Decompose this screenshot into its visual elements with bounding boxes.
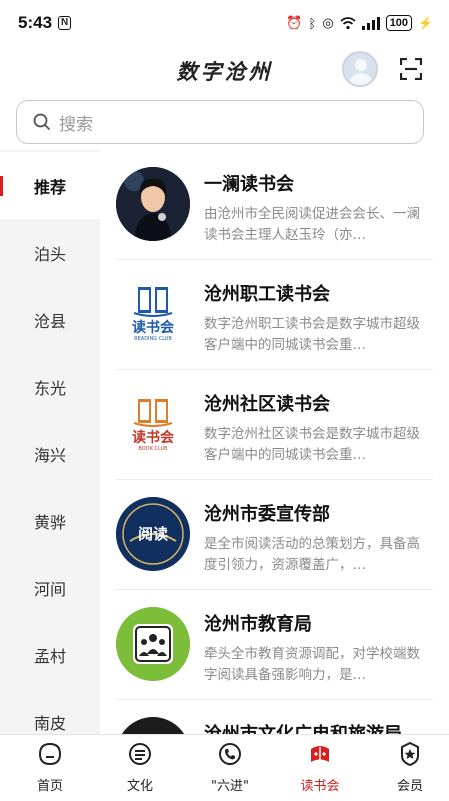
battery-indicator: 100: [385, 15, 413, 31]
list-item[interactable]: 沧州市教育局 牵头全市教育资源调配，对学校端数字阅读具备强影响力，是…: [100, 590, 449, 700]
home-face-icon: [38, 742, 62, 766]
club-logo-text: 读书会: [132, 430, 174, 446]
status-left: 5:43 N: [18, 13, 72, 33]
bluetooth-icon: ᛒ: [308, 15, 317, 31]
club-name: 一澜读书会: [204, 174, 294, 195]
tab-label: 会员: [396, 779, 423, 794]
list-icon: [129, 743, 151, 765]
club-logo-portrait: [116, 167, 190, 241]
region-sidebar: 推荐 泊头 沧县 东光 海兴 黄骅 河间 孟村 南皮: [0, 150, 100, 734]
phone-icon: [219, 743, 241, 765]
tab-label: "六进": [211, 779, 249, 794]
club-list: 一澜读书会 由沧州市全民阅读促进会会长、一澜读书会主理人赵玉玲（亦… 读书会 R…: [100, 150, 449, 734]
club-logo-reading-club: 读书会 READING CLUB: [116, 277, 190, 351]
club-description: 由沧州市全民阅读促进会会长、一澜读书会主理人赵玉玲（亦…: [204, 206, 420, 243]
scan-icon[interactable]: [400, 58, 422, 80]
club-description: 是全市阅读活动的总策划方，具备高度引领力，资源覆盖广，…: [204, 536, 420, 573]
club-logo-yuedu: 阅读: [116, 497, 190, 571]
signal-icon: [361, 16, 380, 30]
list-item[interactable]: 沧州市文化广电和旅游局: [100, 700, 449, 734]
avatar[interactable]: [342, 51, 378, 87]
search-placeholder: 搜索: [59, 114, 93, 135]
star-badge-icon: [401, 741, 419, 767]
app-title: 数字沧州: [176, 59, 273, 84]
wifi-icon: [340, 16, 356, 29]
list-item[interactable]: 读书会 BOOK CLUB 沧州社区读书会 数字沧州社区读书会是数字城市超级客户…: [100, 370, 449, 480]
tab-label: 文化: [126, 779, 153, 794]
sidebar-item-dongguang[interactable]: 东光: [0, 353, 100, 420]
sidebar-item-cangxian[interactable]: 沧县: [0, 286, 100, 353]
club-logo-subtext: READING CLUB: [134, 336, 172, 342]
bottom-tab-bar: 首页 文化 "六进" 读书会 会员: [0, 734, 449, 800]
list-item[interactable]: 读书会 READING CLUB 沧州职工读书会 数字沧州职工读书会是数字城市超…: [100, 260, 449, 370]
club-name: 沧州市委宣传部: [204, 504, 330, 525]
status-icons: ⏰ ᛒ ◎ 100 ⚡: [286, 15, 433, 31]
club-logo-text: 阅读: [137, 525, 168, 543]
tab-member[interactable]: 会员: [365, 735, 449, 801]
app-header: 数字沧州: [0, 46, 449, 96]
tab-home[interactable]: 首页: [5, 735, 95, 801]
club-name: 沧州市文化广电和旅游局: [204, 720, 402, 734]
search-bar[interactable]: 搜索: [16, 100, 424, 144]
tab-liujin[interactable]: "六进": [185, 735, 275, 801]
tab-label: 读书会: [300, 779, 340, 794]
sidebar-item-haixing[interactable]: 海兴: [0, 420, 100, 487]
club-name: 沧州职工读书会: [204, 284, 330, 305]
hotspot-icon: ◎: [322, 15, 334, 30]
club-logo-book-club: 读书会 BOOK CLUB: [116, 387, 190, 461]
status-bar: 5:43 N ⏰ ᛒ ◎ 100 ⚡: [0, 0, 449, 46]
club-name: 沧州市教育局: [204, 614, 312, 635]
list-item[interactable]: 一澜读书会 由沧州市全民阅读促进会会长、一澜读书会主理人赵玉玲（亦…: [100, 150, 449, 260]
sidebar-item-mengcun[interactable]: 孟村: [0, 621, 100, 688]
sidebar-item-hejian[interactable]: 河间: [0, 554, 100, 621]
club-name: 沧州社区读书会: [204, 394, 330, 415]
tab-book-club[interactable]: 读书会: [275, 735, 365, 801]
tab-culture[interactable]: 文化: [95, 735, 185, 801]
nfc-icon: N: [58, 16, 72, 30]
status-time: 5:43: [18, 13, 53, 32]
search-icon: [33, 113, 51, 131]
club-logo-text: 读书会: [132, 320, 174, 336]
club-description: 牵头全市教育资源调配，对学校端数字阅读具备强影响力，是…: [204, 646, 420, 683]
alarm-icon: ⏰: [286, 15, 303, 30]
sidebar-item-tuijian[interactable]: 推荐: [0, 152, 100, 219]
sidebar-item-huanghua[interactable]: 黄骅: [0, 487, 100, 554]
tab-label: 首页: [36, 779, 63, 794]
sidebar-item-botou[interactable]: 泊头: [0, 219, 100, 286]
club-logo-culture: [116, 717, 190, 734]
club-description: 数字沧州社区读书会是数字城市超级客户端中的同城读书会重…: [204, 426, 420, 463]
club-logo-education: [116, 607, 190, 681]
club-description: 数字沧州职工读书会是数字城市超级客户端中的同城读书会重…: [204, 316, 420, 353]
list-item[interactable]: 阅读 沧州市委宣传部 是全市阅读活动的总策划方，具备高度引领力，资源覆盖广，…: [100, 480, 449, 590]
charging-icon: ⚡: [418, 16, 433, 30]
sidebar-item-nanpi[interactable]: 南皮: [0, 688, 100, 734]
book-club-icon: [311, 746, 329, 762]
club-logo-subtext: BOOK CLUB: [138, 446, 168, 452]
